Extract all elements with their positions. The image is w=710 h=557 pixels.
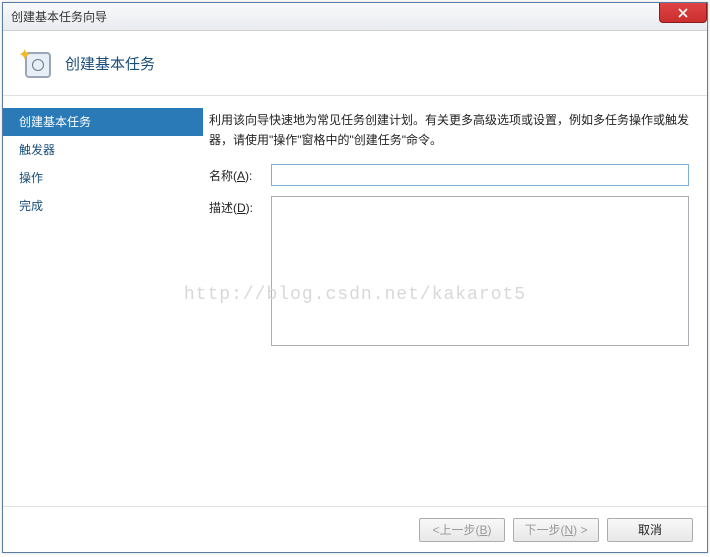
name-input[interactable] <box>271 164 689 186</box>
wizard-window: 创建基本任务向导 ✦ 创建基本任务 创建基本任务 触发器 操作 完成 利用该向导… <box>2 2 708 553</box>
description-input[interactable] <box>271 196 689 346</box>
close-button[interactable] <box>659 3 707 23</box>
name-row: 名称(A): <box>209 164 689 186</box>
sidebar-item-trigger[interactable]: 触发器 <box>3 136 203 164</box>
next-button[interactable]: 下一步(N) > <box>513 518 599 542</box>
wizard-body: 创建基本任务 触发器 操作 完成 利用该向导快速地为常见任务创建计划。有关更多高… <box>3 96 707 506</box>
close-icon <box>678 8 688 18</box>
wizard-header: ✦ 创建基本任务 <box>3 31 707 96</box>
sidebar-item-action[interactable]: 操作 <box>3 164 203 192</box>
intro-text: 利用该向导快速地为常见任务创建计划。有关更多高级选项或设置，例如多任务操作或触发… <box>209 110 689 150</box>
task-wizard-icon: ✦ <box>21 48 51 78</box>
sidebar-item-create-basic-task[interactable]: 创建基本任务 <box>3 108 203 136</box>
window-title: 创建基本任务向导 <box>11 8 107 25</box>
sidebar: 创建基本任务 触发器 操作 完成 <box>3 96 203 506</box>
description-label: 描述(D): <box>209 196 265 216</box>
page-title: 创建基本任务 <box>65 53 155 74</box>
sidebar-item-finish[interactable]: 完成 <box>3 192 203 220</box>
titlebar: 创建基本任务向导 <box>3 3 707 31</box>
description-row: 描述(D): <box>209 196 689 346</box>
wizard-footer: <上一步(B) 下一步(N) > 取消 <box>3 506 707 552</box>
main-panel: 利用该向导快速地为常见任务创建计划。有关更多高级选项或设置，例如多任务操作或触发… <box>203 96 707 506</box>
cancel-button[interactable]: 取消 <box>607 518 693 542</box>
name-label: 名称(A): <box>209 164 265 184</box>
back-button[interactable]: <上一步(B) <box>419 518 505 542</box>
